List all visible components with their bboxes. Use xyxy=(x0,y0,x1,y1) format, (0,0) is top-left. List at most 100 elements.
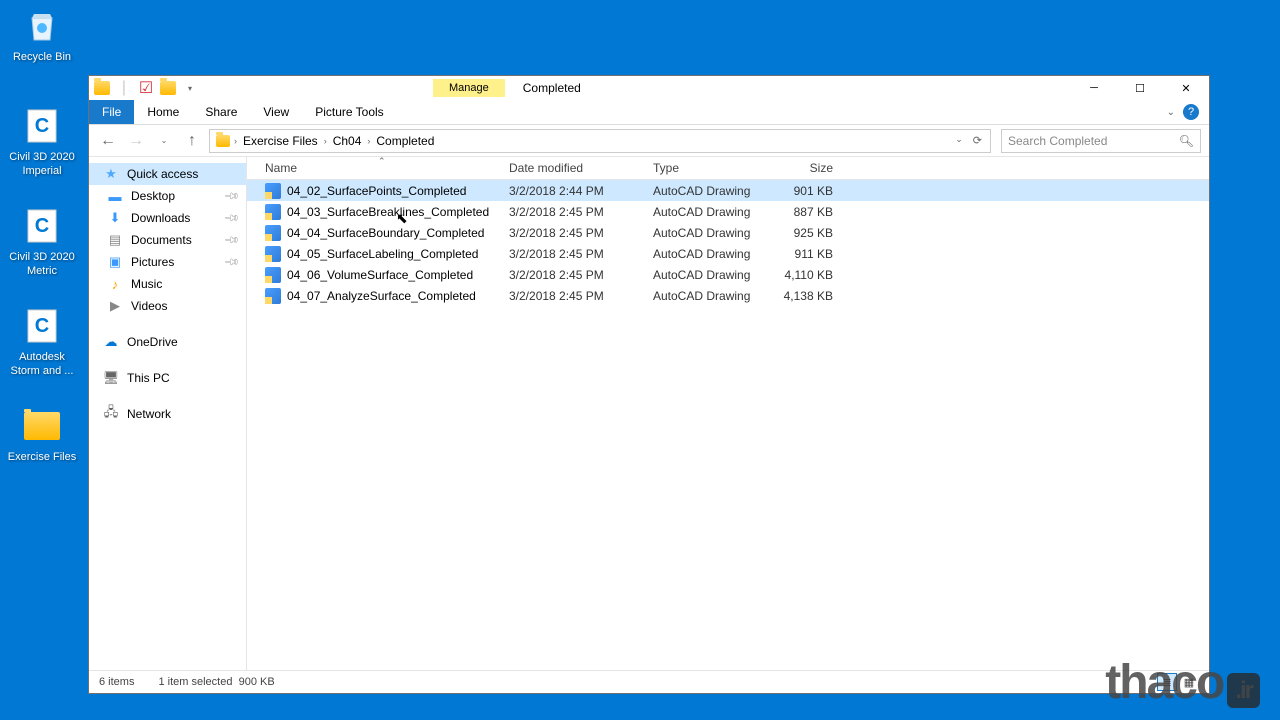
desktop-icon[interactable]: Recycle Bin xyxy=(4,6,80,64)
file-list-pane: ⌃Name Date modified Type Size 04_02_Surf… xyxy=(247,157,1209,670)
minimize-button[interactable]: ─ xyxy=(1071,77,1117,100)
dwg-file-icon xyxy=(265,246,281,262)
app-icon xyxy=(22,6,62,46)
file-size: 887 KB xyxy=(773,205,843,219)
desktop-icon-label: Civil 3D 2020 Metric xyxy=(4,250,80,279)
sidebar-desktop[interactable]: ▬Desktop📌︎ xyxy=(89,185,246,207)
file-type: AutoCAD Drawing xyxy=(653,289,773,303)
file-size: 925 KB xyxy=(773,226,843,240)
body-area: ★Quick access ▬Desktop📌︎ ⬇Downloads📌︎ ▤D… xyxy=(89,157,1209,670)
column-headers: ⌃Name Date modified Type Size xyxy=(247,157,1209,180)
sidebar-network[interactable]: 🖧︎Network xyxy=(89,403,246,425)
desktop-icon[interactable]: C Autodesk Storm and ... xyxy=(4,306,80,379)
file-type: AutoCAD Drawing xyxy=(653,205,773,219)
breadcrumb-seg[interactable]: Completed xyxy=(372,134,438,148)
ribbon-chevron-icon[interactable]: ⌄ xyxy=(1167,107,1175,118)
folder-icon xyxy=(214,132,232,150)
file-date: 3/2/2018 2:45 PM xyxy=(509,289,653,303)
navigation-pane: ★Quick access ▬Desktop📌︎ ⬇Downloads📌︎ ▤D… xyxy=(89,157,247,670)
sidebar-quick-access[interactable]: ★Quick access xyxy=(89,163,246,185)
new-folder-icon[interactable] xyxy=(159,79,177,97)
pin-icon: 📌︎ xyxy=(223,188,240,205)
help-icon[interactable]: ? xyxy=(1183,104,1199,120)
search-input[interactable]: Search Completed 🔍︎ xyxy=(1001,129,1201,153)
desktop-icon-label: Civil 3D 2020 Imperial xyxy=(4,150,80,179)
desktop-icon[interactable]: C Civil 3D 2020 Imperial xyxy=(4,106,80,179)
file-size: 4,110 KB xyxy=(773,268,843,282)
home-tab[interactable]: Home xyxy=(134,100,192,124)
chevron-right-icon[interactable]: › xyxy=(322,136,329,146)
dwg-file-icon xyxy=(265,204,281,220)
file-row[interactable]: 04_04_SurfaceBoundary_Completed3/2/2018 … xyxy=(247,222,1209,243)
sidebar-onedrive[interactable]: ☁OneDrive xyxy=(89,331,246,353)
file-row[interactable]: 04_06_VolumeSurface_Completed3/2/2018 2:… xyxy=(247,264,1209,285)
chevron-right-icon[interactable]: › xyxy=(365,136,372,146)
column-name[interactable]: ⌃Name xyxy=(247,161,509,175)
ribbon-tabs: File Home Share View Picture Tools ⌄ ? xyxy=(89,100,1209,125)
pin-icon: 📌︎ xyxy=(223,210,240,227)
chevron-right-icon[interactable]: › xyxy=(232,136,239,146)
sidebar-downloads[interactable]: ⬇Downloads📌︎ xyxy=(89,207,246,229)
column-size[interactable]: Size xyxy=(773,161,843,175)
close-button[interactable]: ✕ xyxy=(1163,77,1209,100)
column-type[interactable]: Type xyxy=(653,161,773,175)
file-size: 901 KB xyxy=(773,184,843,198)
back-button[interactable]: ← xyxy=(97,130,119,152)
file-tab[interactable]: File xyxy=(89,100,134,124)
sidebar-documents[interactable]: ▤Documents📌︎ xyxy=(89,229,246,251)
forward-button[interactable]: → xyxy=(125,130,147,152)
file-size: 4,138 KB xyxy=(773,289,843,303)
search-icon[interactable]: 🔍︎ xyxy=(1179,134,1194,148)
navigation-bar: ← → ⌄ ↑ › Exercise Files › Ch04 › Comple… xyxy=(89,125,1209,157)
share-tab[interactable]: Share xyxy=(192,100,250,124)
quick-access-toolbar: | ☑ ▾ xyxy=(89,79,203,97)
maximize-button[interactable]: ☐ xyxy=(1117,77,1163,100)
status-item-count: 6 items xyxy=(99,676,134,688)
dwg-file-icon xyxy=(265,225,281,241)
dwg-file-icon xyxy=(265,267,281,283)
pictures-icon: ▣ xyxy=(107,254,123,270)
file-type: AutoCAD Drawing xyxy=(653,268,773,282)
videos-icon: ▶ xyxy=(107,298,123,314)
file-date: 3/2/2018 2:44 PM xyxy=(509,184,653,198)
column-date[interactable]: Date modified xyxy=(509,161,653,175)
properties-icon[interactable]: ☑ xyxy=(137,79,155,97)
breadcrumb-seg[interactable]: Ch04 xyxy=(329,134,366,148)
view-tab[interactable]: View xyxy=(250,100,302,124)
qat-dropdown-icon[interactable]: ▾ xyxy=(181,79,199,97)
window-title: Completed xyxy=(523,81,581,95)
desktop-icon[interactable]: Exercise Files xyxy=(4,406,80,464)
file-list: 04_02_SurfacePoints_Completed3/2/2018 2:… xyxy=(247,180,1209,670)
sidebar-pictures[interactable]: ▣Pictures📌︎ xyxy=(89,251,246,273)
address-bar[interactable]: › Exercise Files › Ch04 › Completed ⌄ ⟳ xyxy=(209,129,991,153)
sidebar-music[interactable]: ♪Music xyxy=(89,273,246,295)
desktop-icon-label: Autodesk Storm and ... xyxy=(4,350,80,379)
file-type: AutoCAD Drawing xyxy=(653,226,773,240)
svg-text:C: C xyxy=(35,115,49,137)
sidebar-thispc[interactable]: 🖥︎This PC xyxy=(89,367,246,389)
refresh-icon[interactable]: ⟳ xyxy=(969,134,986,147)
network-icon: 🖧︎ xyxy=(103,406,119,422)
music-icon: ♪ xyxy=(107,276,123,292)
star-icon: ★ xyxy=(103,166,119,182)
file-date: 3/2/2018 2:45 PM xyxy=(509,205,653,219)
picture-tools-tab[interactable]: Picture Tools xyxy=(302,100,396,124)
file-row[interactable]: 04_02_SurfacePoints_Completed3/2/2018 2:… xyxy=(247,180,1209,201)
cloud-icon: ☁ xyxy=(103,334,119,350)
manage-tab[interactable]: Manage xyxy=(433,79,505,97)
file-row[interactable]: 04_05_SurfaceLabeling_Completed3/2/2018 … xyxy=(247,243,1209,264)
breadcrumb-seg[interactable]: Exercise Files xyxy=(239,134,322,148)
pc-icon: 🖥︎ xyxy=(103,370,119,386)
svg-text:C: C xyxy=(35,315,49,337)
recent-dropdown-icon[interactable]: ⌄ xyxy=(153,130,175,152)
sidebar-videos[interactable]: ▶Videos xyxy=(89,295,246,317)
desktop-icon-label: Recycle Bin xyxy=(4,50,80,64)
file-row[interactable]: 04_03_SurfaceBreaklines_Completed3/2/201… xyxy=(247,201,1209,222)
dwg-file-icon xyxy=(265,288,281,304)
status-selection: 1 item selected xyxy=(158,676,232,688)
file-row[interactable]: 04_07_AnalyzeSurface_Completed3/2/2018 2… xyxy=(247,285,1209,306)
address-dropdown-icon[interactable]: ⌄ xyxy=(951,134,967,147)
up-button[interactable]: ↑ xyxy=(181,130,203,152)
desktop-icon[interactable]: CCivil 3D 2020 Metric xyxy=(4,206,80,279)
dwg-file-icon xyxy=(265,183,281,199)
